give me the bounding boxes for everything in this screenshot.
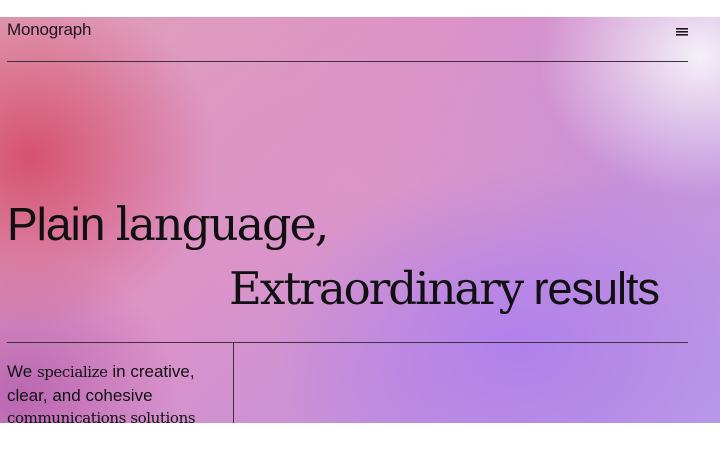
headline-line-one: Plain language, [7, 198, 329, 250]
top-divider [7, 61, 688, 62]
headline-line-two: Extraordinary results [229, 263, 660, 314]
headline-word-results: results [533, 263, 660, 314]
subtext-word-specialize: specialize [36, 363, 108, 381]
menu-button[interactable] [672, 22, 692, 38]
subtext-word-we: We [7, 362, 33, 381]
headline-word-plain: Plain [7, 198, 105, 250]
hero-subtext: We specialize in creative, clear, and co… [7, 360, 227, 423]
bottom-divider [7, 342, 688, 343]
subtext-line-three: communications solutions [7, 409, 196, 423]
page: Monograph Plain language, Extraordinary … [0, 0, 720, 461]
headline-word-language: language, [115, 197, 330, 251]
column-divider [233, 343, 234, 423]
headline-word-extraordinary: Extraordinary [229, 262, 524, 315]
menu-icon [676, 28, 688, 36]
subtext-word-in-creative: in creative, [112, 362, 195, 381]
subtext-line-one: We specialize in creative, [7, 360, 227, 384]
brand-logo[interactable]: Monograph [7, 20, 91, 40]
subtext-line-two: clear, and cohesive [7, 386, 153, 405]
hero-section: Monograph Plain language, Extraordinary … [0, 17, 720, 423]
